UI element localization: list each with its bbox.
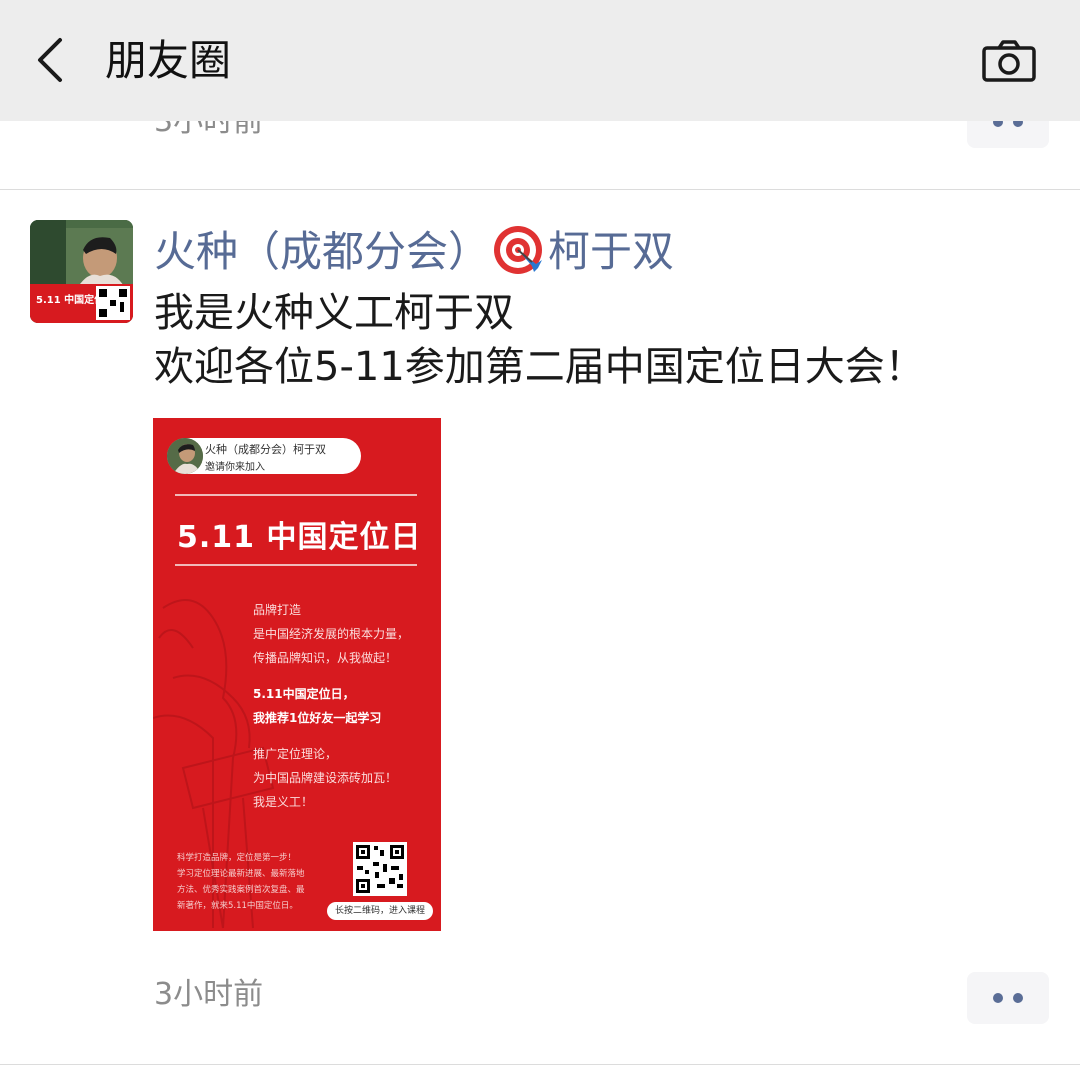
- qr-caption: 长按二维码，进入课程: [327, 902, 433, 920]
- poster-text-bold: 我推荐1位好友一起学习: [253, 711, 382, 725]
- camera-icon[interactable]: [980, 38, 1038, 84]
- poster-footer-text: 方法、优秀实践案例首次复盘、最: [177, 885, 305, 895]
- inviter-avatar: [167, 438, 203, 474]
- poster-footer-text: 新著作，就来5.11中国定位日。: [177, 901, 298, 911]
- chevron-left-icon[interactable]: [30, 34, 74, 86]
- poster-text: 推广定位理论，: [253, 747, 338, 761]
- post-more-button[interactable]: [967, 972, 1049, 1024]
- bullseye-dart-icon: [494, 226, 543, 274]
- author-name: 火种（成都分会）: [154, 227, 491, 276]
- poster-footer-text: 学习定位理论最新进展、最新落地: [177, 869, 305, 879]
- poster-text: 品牌打造: [253, 603, 302, 617]
- poster-rule-bottom: [175, 564, 417, 566]
- post-text-line: 欢迎各位5-11参加第二届中国定位日大会！: [154, 344, 925, 390]
- inviter-subtitle: 邀请你来加入: [205, 462, 265, 473]
- inviter-pill: 火种（成都分会）柯于双 邀请你来加入: [167, 438, 361, 474]
- post-author[interactable]: 火种（成都分会） 柯于双: [154, 222, 674, 281]
- post-image[interactable]: 火种（成都分会）柯于双 邀请你来加入 5.11 中国定位日 品牌打造 是中国经济…: [153, 418, 441, 931]
- poster-text-bold: 5.11中国定位日，: [253, 687, 355, 701]
- poster-headline: 5.11 中国定位日: [177, 520, 422, 555]
- inviter-name: 火种（成都分会）柯于双: [205, 443, 326, 456]
- page-title: 朋友圈: [105, 36, 232, 85]
- poster-text: 传播品牌知识，从我做起！: [253, 651, 398, 665]
- poster-text: 是中国经济发展的根本力量，: [253, 627, 410, 641]
- poster-text: 为中国品牌建设添砖加瓦！: [253, 771, 398, 785]
- poster-text: 我是义工！: [253, 795, 314, 809]
- poster-rule-top: [175, 494, 417, 496]
- post-divider: [0, 189, 1080, 190]
- poster-footer-text: 科学打造品牌，定位是第一步！: [177, 853, 297, 863]
- author-name-suffix: 柯于双: [548, 227, 675, 276]
- dot-icon: [993, 993, 1003, 1003]
- dot-icon: [1013, 993, 1023, 1003]
- post-text-line: 我是火种义工柯于双: [154, 290, 514, 336]
- qr-code: [353, 842, 407, 896]
- post-time: 3小时前: [154, 977, 264, 1012]
- post-divider: [0, 1064, 1080, 1065]
- author-avatar[interactable]: 5.11 中国定位日: [30, 220, 133, 323]
- top-nav-bar: 朋友圈: [0, 0, 1080, 121]
